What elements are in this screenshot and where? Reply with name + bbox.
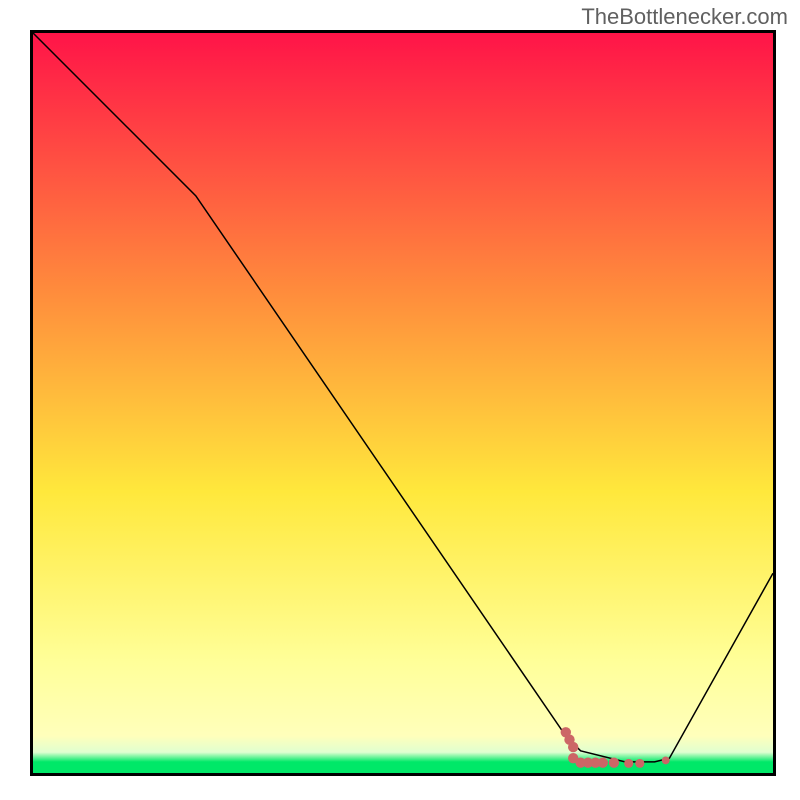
watermark-label: TheBottlenecker.com [581, 4, 788, 30]
data-marker [624, 759, 633, 768]
data-marker [635, 759, 644, 768]
data-marker [609, 757, 619, 767]
chart-container: TheBottlenecker.com [0, 0, 800, 800]
data-marker [598, 757, 608, 767]
data-marker [662, 757, 670, 765]
chart-svg [33, 33, 773, 773]
data-marker [568, 742, 578, 752]
plot-area [30, 30, 776, 776]
